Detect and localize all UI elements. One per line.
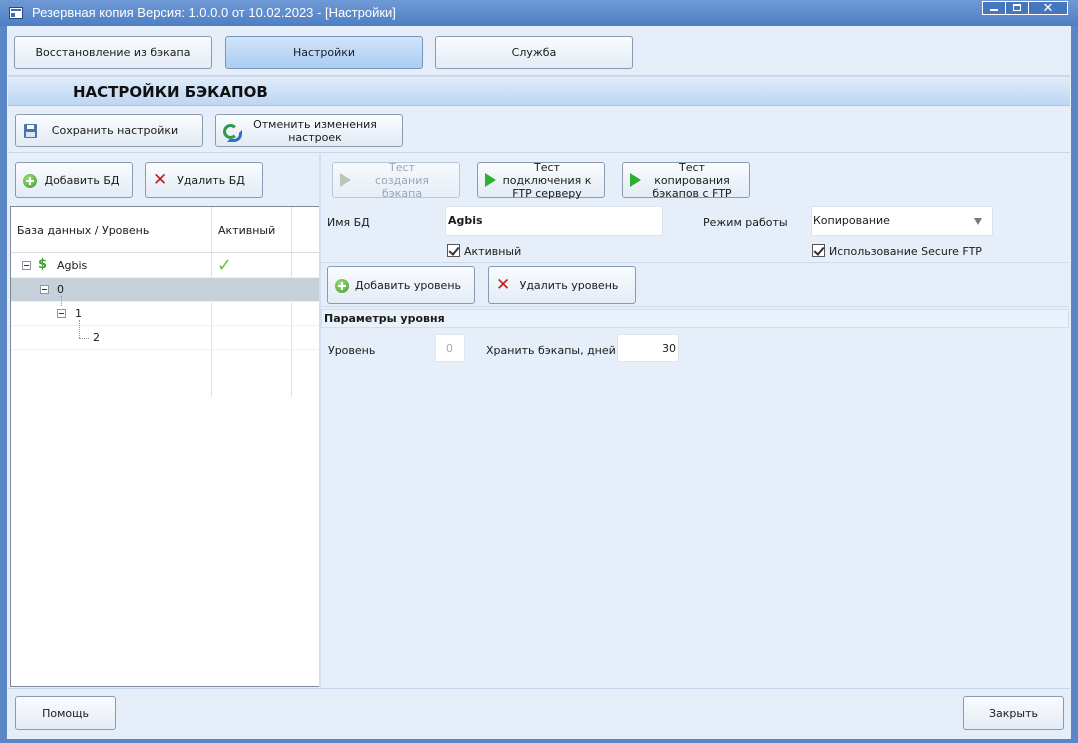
level-toolbar: Добавить уровень ✕ Удалить уровень [321, 262, 1069, 307]
minimize-icon [990, 9, 998, 11]
tab-bar: Восстановление из бэкапа Настройки Служб… [8, 30, 1070, 76]
add-db-button[interactable]: Добавить БД [15, 162, 133, 198]
app-icon [9, 7, 23, 19]
sftp-checkbox-label: Использование Secure FTP [829, 245, 982, 258]
title-bar: Резервная копия Версия: 1.0.0.0 от 10.02… [0, 0, 1078, 26]
revert-settings-button[interactable]: Отменить изменения настроек [215, 114, 403, 147]
level-params-title: Параметры уровня [324, 312, 445, 325]
minimize-button[interactable] [982, 1, 1006, 15]
play-icon [630, 173, 641, 187]
tree-label: 1 [75, 307, 82, 320]
test-copy-button[interactable]: Тест копирования бэкапов с FTP [622, 160, 750, 200]
tree-label: 0 [57, 283, 64, 296]
grid-header: База данных / Уровень Активный [11, 207, 319, 253]
tab-restore[interactable]: Восстановление из бэкапа [14, 36, 212, 69]
save-settings-label: Сохранить настройки [51, 124, 179, 137]
tree-label: Agbis [57, 259, 88, 272]
tree-row[interactable]: 2 [11, 320, 319, 350]
db-name-value: Agbis [448, 214, 483, 227]
close-label: Закрыть [989, 706, 1038, 720]
tree-row-selected[interactable]: 0 [11, 278, 319, 302]
collapse-icon[interactable] [40, 285, 49, 294]
active-check-icon: ✓ [217, 255, 233, 276]
active-checkbox[interactable] [447, 244, 460, 257]
tree-row[interactable]: 1 [11, 296, 319, 326]
play-icon [485, 173, 496, 187]
mode-select[interactable]: Копирование [811, 206, 993, 236]
test-copy-label: Тест копирования бэкапов с FTP [652, 160, 732, 200]
level-value: 0 [446, 342, 453, 355]
databases-panel: Добавить БД ✕ Удалить БД База данных / У… [8, 154, 320, 687]
tab-restore-label: Восстановление из бэкапа [35, 46, 191, 59]
close-icon: ✕ [1042, 0, 1054, 15]
close-button[interactable]: Закрыть [963, 696, 1064, 730]
delete-level-button[interactable]: ✕ Удалить уровень [488, 266, 636, 304]
delete-icon: ✕ [153, 170, 168, 190]
tree-row[interactable]: $ Agbis ✓ [11, 254, 319, 278]
tab-settings-label: Настройки [292, 46, 356, 59]
tab-service-label: Служба [511, 46, 557, 59]
close-window-button[interactable]: ✕ [1028, 1, 1068, 15]
test-create-label: Тест создания бэкапа [375, 160, 429, 200]
mode-label: Режим работы [703, 216, 788, 229]
tree-label: 2 [93, 331, 100, 344]
sftp-checkbox[interactable] [812, 244, 825, 257]
page-title: НАСТРОЙКИ БЭКАПОВ [73, 83, 268, 101]
level-label: Уровень [328, 344, 376, 357]
add-level-button[interactable]: Добавить уровень [327, 266, 475, 304]
toolbar: Сохранить настройки Отменить изменения н… [8, 109, 1070, 153]
tab-service[interactable]: Служба [435, 36, 633, 69]
collapse-icon[interactable] [57, 309, 66, 318]
save-icon [24, 124, 37, 138]
help-label: Помощь [42, 706, 89, 720]
mode-value: Копирование [813, 214, 890, 227]
active-checkbox-label: Активный [464, 245, 522, 258]
chevron-down-icon [974, 218, 982, 225]
test-ftp-label: Тест подключения к FTP серверу [502, 160, 592, 200]
keep-days-label: Хранить бэкапы, дней [486, 344, 616, 357]
add-level-label: Добавить уровень [354, 278, 461, 292]
section-header: НАСТРОЙКИ БЭКАПОВ [8, 76, 1070, 106]
keep-days-input[interactable]: 30 [617, 334, 679, 362]
undo-icon [222, 123, 242, 142]
tree-connector [79, 338, 89, 339]
tree-connector [61, 296, 62, 306]
db-name-label: Имя БД [327, 216, 370, 229]
play-icon [340, 173, 351, 187]
save-settings-button[interactable]: Сохранить настройки [15, 114, 203, 147]
delete-icon: ✕ [496, 275, 511, 295]
help-button[interactable]: Помощь [15, 696, 116, 730]
keep-days-value: 30 [662, 342, 676, 355]
revert-settings-label: Отменить изменения настроек [253, 117, 377, 144]
window-title: Резервная копия Версия: 1.0.0.0 от 10.02… [32, 5, 396, 20]
tree-connector [79, 320, 80, 338]
test-ftp-button[interactable]: Тест подключения к FTP серверу [477, 160, 605, 200]
db-tree-grid[interactable]: База данных / Уровень Активный $ Agbis ✓… [10, 206, 320, 687]
db-name-input[interactable]: Agbis [445, 206, 663, 236]
delete-level-label: Удалить уровень [519, 278, 619, 292]
delete-db-label: Удалить БД [177, 173, 245, 187]
footer: Помощь Закрыть [8, 688, 1070, 739]
column-header-db[interactable]: База данных / Уровень [17, 224, 149, 237]
add-icon [23, 174, 37, 188]
collapse-icon[interactable] [22, 261, 31, 270]
column-header-active[interactable]: Активный [218, 224, 275, 237]
dollar-icon: $ [38, 257, 48, 272]
add-db-label: Добавить БД [44, 173, 120, 187]
delete-db-button[interactable]: ✕ Удалить БД [145, 162, 263, 198]
maximize-button[interactable] [1005, 1, 1029, 15]
add-icon [335, 279, 349, 293]
settings-panel: Тест создания бэкапа Тест подключения к … [321, 154, 1070, 687]
level-input: 0 [435, 334, 465, 362]
client-area: Восстановление из бэкапа Настройки Служб… [7, 26, 1071, 739]
tab-settings[interactable]: Настройки [225, 36, 423, 69]
level-params-header: Параметры уровня [321, 309, 1069, 328]
maximize-icon [1013, 4, 1021, 11]
test-create-backup-button[interactable]: Тест создания бэкапа [332, 160, 460, 200]
